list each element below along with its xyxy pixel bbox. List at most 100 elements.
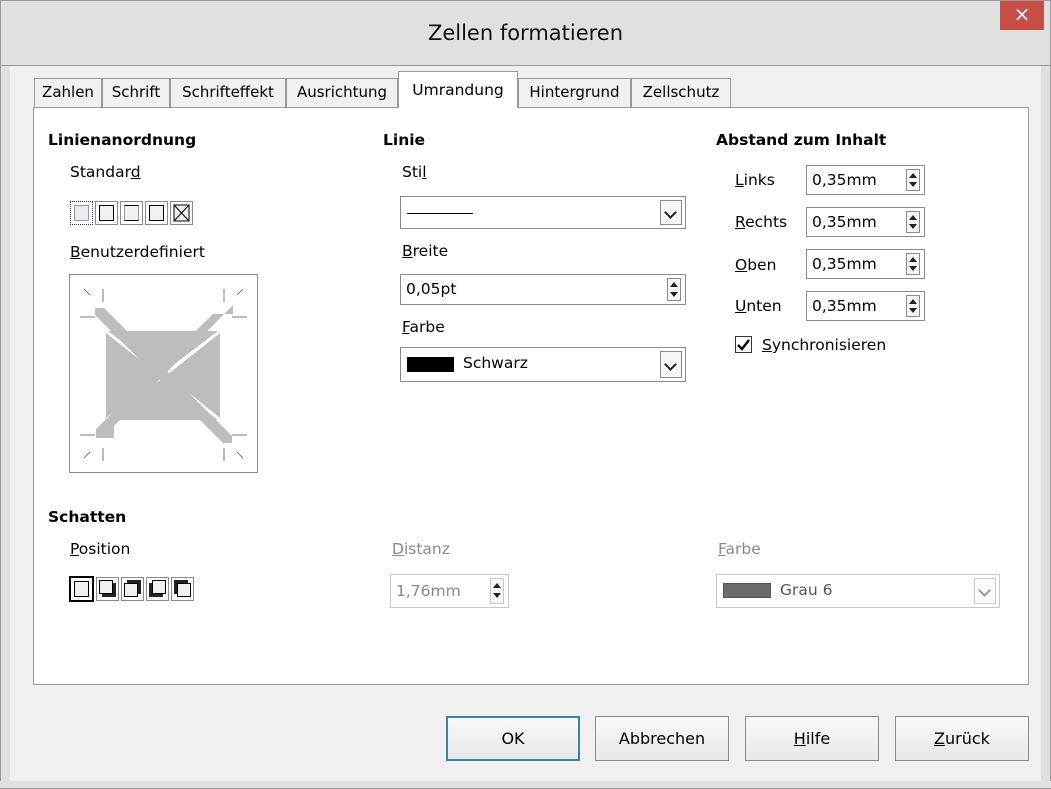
spacing-left-spinbox[interactable]: 0,35mm <box>806 165 925 195</box>
spacing-heading: Abstand zum Inhalt <box>716 131 887 149</box>
shadow-bottom-right-preset[interactable] <box>96 577 119 601</box>
spacing-right-spinbox[interactable]: 0,35mm <box>806 207 925 237</box>
preset-outer-horizontal[interactable] <box>120 201 143 225</box>
shadow-color-value: Grau 6 <box>780 581 833 599</box>
tab-label: Umrandung <box>412 81 504 99</box>
window-frame-right <box>1041 66 1051 789</box>
tab-schrift[interactable]: Schrift <box>102 78 170 107</box>
line-arrangement-heading: Linienanordnung <box>48 131 197 149</box>
shadow-top-left-preset[interactable] <box>171 577 194 601</box>
shadow-distance-spinbox[interactable]: 1,76mm <box>390 574 509 608</box>
tab-label: Schrift <box>111 83 161 101</box>
spin-down-icon <box>909 308 917 313</box>
preset-diagonal[interactable] <box>170 201 193 225</box>
tab-label: Hintergrund <box>529 83 620 101</box>
close-icon: × <box>1013 2 1031 26</box>
shadow-bottom-left-preset[interactable] <box>146 577 169 601</box>
synchronize-label[interactable]: Synchronisieren <box>762 336 886 354</box>
shadow-distance-value: 1,76mm <box>396 582 461 600</box>
shadow-color-dropdown-button[interactable] <box>974 578 996 604</box>
shadow-none-preset[interactable] <box>69 576 94 602</box>
outer-border-icon <box>99 205 114 221</box>
line-color-dropdown-button[interactable] <box>660 351 682 378</box>
no-shadow-icon <box>74 581 89 597</box>
shadow-position-label: Position <box>70 540 131 558</box>
border-preview[interactable] <box>69 274 258 473</box>
spin-down-icon <box>909 182 917 187</box>
shadow-bottom-right-icon <box>99 580 113 594</box>
spin-up-icon <box>493 583 501 588</box>
spacing-top-value: 0,35mm <box>812 255 877 273</box>
spacing-left-stepper[interactable] <box>906 169 920 191</box>
preset-no-border[interactable] <box>70 201 93 225</box>
line-width-value: 0,05pt <box>406 280 457 298</box>
cancel-button[interactable]: Abbrechen <box>595 716 729 761</box>
spacing-right-value: 0,35mm <box>812 213 877 231</box>
line-color-label: Farbe <box>402 318 445 336</box>
user-defined-label: Benutzerdefiniert <box>70 243 205 261</box>
spacing-left-label: Links <box>735 171 775 189</box>
tab-schrifteffekt[interactable]: Schrifteffekt <box>170 78 286 107</box>
shadow-distance-stepper[interactable] <box>490 578 504 604</box>
window-title: Zellen formatieren <box>427 21 624 45</box>
spacing-top-spinbox[interactable]: 0,35mm <box>806 249 925 279</box>
tab-ausrichtung[interactable]: Ausrichtung <box>286 78 398 107</box>
diagonal-cross-icon <box>173 204 190 222</box>
shadow-color-swatch <box>723 583 771 598</box>
spacing-right-label: Rechts <box>735 213 788 231</box>
spacing-right-stepper[interactable] <box>906 211 920 233</box>
synchronize-checkbox[interactable] <box>735 336 752 353</box>
spin-up-icon <box>670 282 678 287</box>
spin-up-icon <box>909 215 917 220</box>
checkmark-icon <box>737 339 750 351</box>
window-frame-bottom <box>0 781 1051 789</box>
line-style-dropdown-button[interactable] <box>660 200 682 225</box>
spin-up-icon <box>909 257 917 262</box>
ok-button[interactable]: OK <box>446 716 580 761</box>
tab-zellschutz[interactable]: Zellschutz <box>631 78 731 107</box>
line-color-value: Schwarz <box>463 354 528 372</box>
title-bar: Zellen formatieren × <box>0 0 1051 66</box>
line-style-preview <box>407 213 473 214</box>
spin-down-icon <box>909 266 917 271</box>
line-width-stepper[interactable] <box>667 278 681 301</box>
shadow-top-right-icon <box>124 583 138 597</box>
shadow-heading: Schatten <box>48 508 127 526</box>
style-label: Stil <box>402 163 427 181</box>
spin-up-icon <box>909 173 917 178</box>
close-button[interactable]: × <box>1000 1 1044 30</box>
shadow-color-select[interactable]: Grau 6 <box>716 574 1000 608</box>
line-color-swatch <box>407 357 454 372</box>
outer-horizontal-icon <box>124 205 139 221</box>
spin-down-icon <box>670 292 678 297</box>
shadow-top-right-preset[interactable] <box>121 577 144 601</box>
default-label: Standard <box>70 163 141 181</box>
line-width-spinbox[interactable]: 0,05pt <box>400 274 686 305</box>
tab-hintergrund[interactable]: Hintergrund <box>518 78 631 107</box>
tab-label: Zahlen <box>42 83 94 101</box>
shadow-top-left-icon <box>177 583 191 597</box>
spacing-bottom-value: 0,35mm <box>812 297 877 315</box>
shadow-distance-label: Distanz <box>392 540 450 558</box>
spin-down-icon <box>909 224 917 229</box>
preset-outer-inner[interactable] <box>145 201 168 225</box>
tab-umrandung[interactable]: Umrandung <box>398 71 518 108</box>
line-style-select[interactable] <box>400 196 686 229</box>
outer-inner-icon <box>149 205 164 221</box>
line-color-select[interactable]: Schwarz <box>400 347 686 382</box>
window-frame-left <box>0 66 10 789</box>
spacing-bottom-spinbox[interactable]: 0,35mm <box>806 291 925 321</box>
tab-zahlen[interactable]: Zahlen <box>34 78 102 107</box>
spacing-left-value: 0,35mm <box>812 171 877 189</box>
help-button[interactable]: Hilfe <box>745 716 879 761</box>
spacing-bottom-label: Unten <box>735 297 782 315</box>
spacing-top-stepper[interactable] <box>906 253 920 275</box>
tab-label: Zellschutz <box>642 83 720 101</box>
chevron-down-icon <box>978 584 991 597</box>
preset-outer-border[interactable] <box>95 201 118 225</box>
spacing-top-label: Oben <box>735 256 777 274</box>
reset-button[interactable]: Zurück <box>895 716 1029 761</box>
line-heading: Linie <box>383 131 426 149</box>
spacing-bottom-stepper[interactable] <box>906 295 920 317</box>
spin-down-icon <box>493 593 501 598</box>
